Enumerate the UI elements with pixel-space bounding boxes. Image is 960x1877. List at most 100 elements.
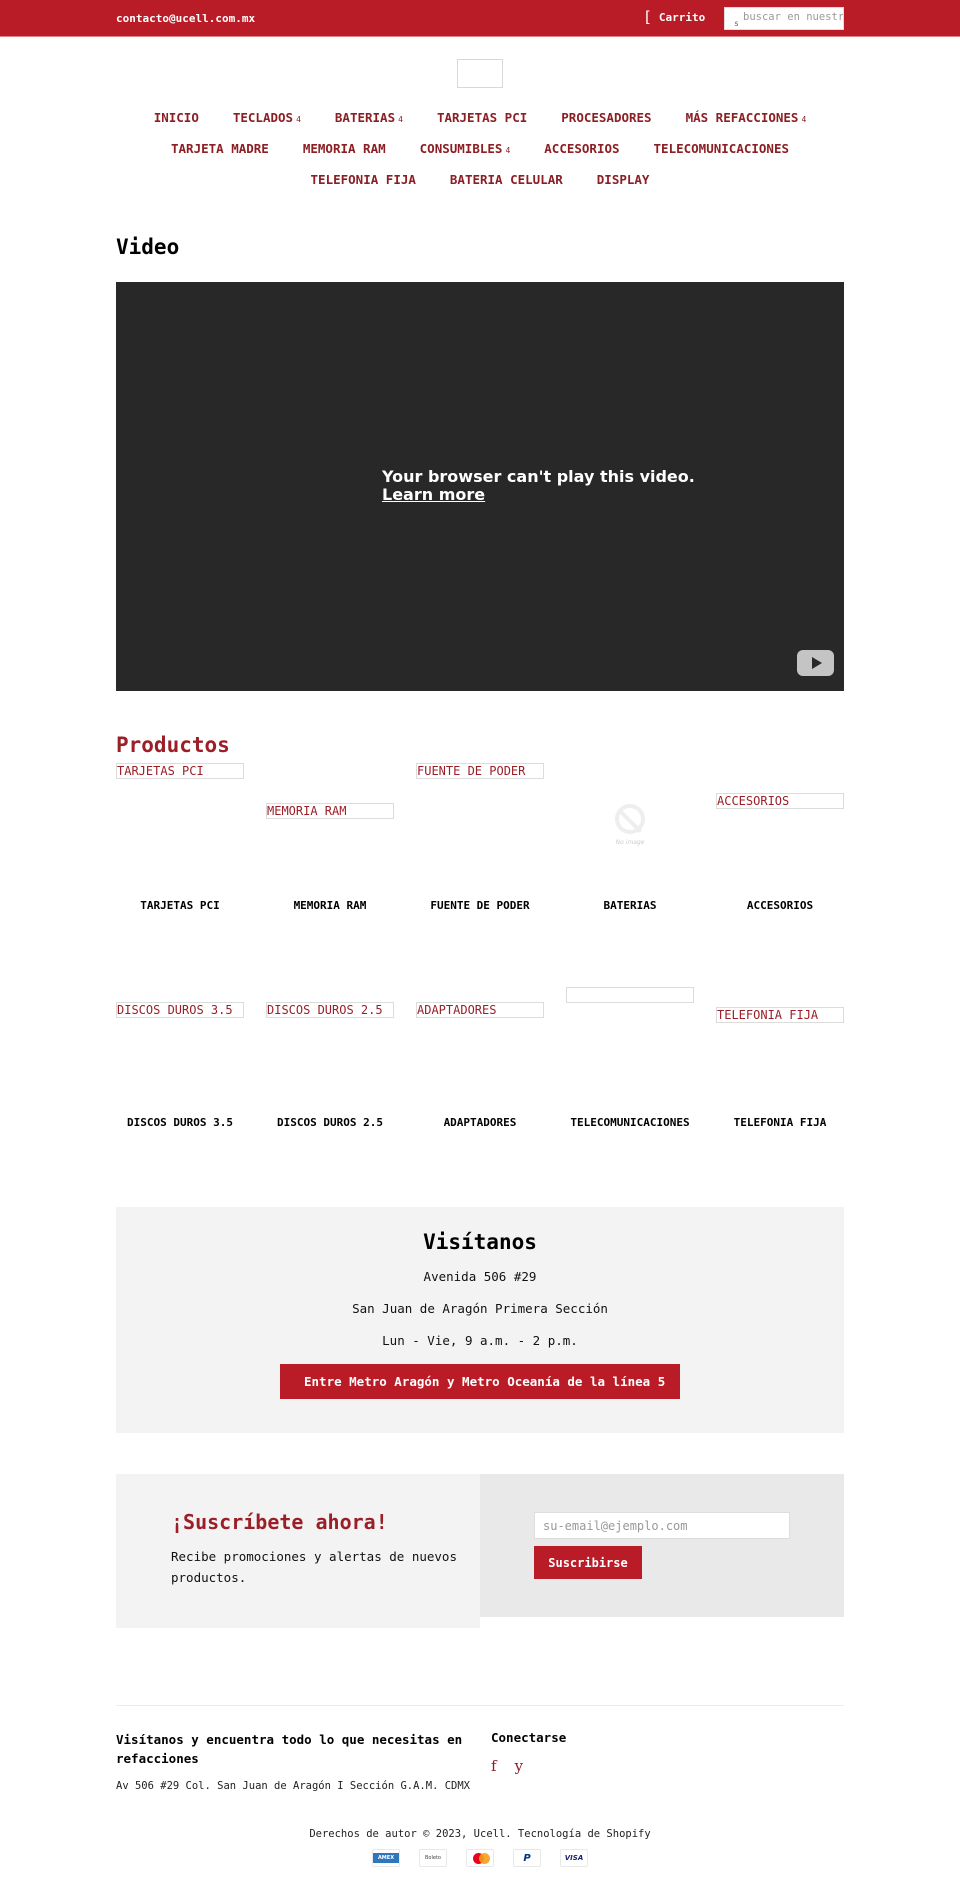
footer-address: Av 506 #29 Col. San Juan de Aragón I Sec… xyxy=(116,1780,471,1792)
video-player[interactable]: Your browser can't play this video. Lear… xyxy=(116,282,844,691)
nav-row: TELEFONIA FIJA BATERIA CELULAR DISPLAY xyxy=(0,164,960,195)
video-error-message: Your browser can't play this video. Lear… xyxy=(382,468,695,504)
top-bar: contacto@ucell.com.mx [ Carrito s xyxy=(0,0,960,37)
visit-neighborhood: San Juan de Aragón Primera Sección xyxy=(352,1301,608,1316)
nav-item-display[interactable]: DISPLAY xyxy=(580,172,667,187)
newsletter-section: ¡Suscríbete ahora! Recibe promociones y … xyxy=(116,1474,844,1628)
paypal-icon: P xyxy=(513,1849,541,1867)
facebook-icon[interactable]: f xyxy=(491,1757,497,1775)
footer-divider xyxy=(116,1705,844,1706)
collection-card-discos-duros-2-5[interactable]: DISCOS DUROS 2.5 DISCOS DUROS 2.5 xyxy=(266,986,394,1203)
nav-item-mas-refacciones[interactable]: MÁS REFACCIONES 4 xyxy=(669,110,824,125)
collection-card-telefonia-fija[interactable]: TELEFONIA FIJA TELEFONIA FIJA xyxy=(716,986,844,1203)
chevron-down-icon: 4 xyxy=(296,115,301,124)
collection-card-fuente-de-poder[interactable]: FUENTE DE PODER FUENTE DE PODER xyxy=(416,763,544,980)
visit-section: Visítanos Avenida 506 #29 San Juan de Ar… xyxy=(116,1207,844,1433)
collection-title: TELEFONIA FIJA xyxy=(733,1116,827,1129)
payment-icons: AMEX Boleto P VISA xyxy=(116,1849,844,1877)
collection-card-memoria-ram[interactable]: MEMORIA RAM MEMORIA RAM xyxy=(266,763,394,980)
nav-item-inicio[interactable]: INICIO xyxy=(137,110,216,125)
mastercard-icon xyxy=(466,1849,494,1867)
nav-row: INICIO TECLADOS 4 BATERIAS 4 TARJETAS PCI … xyxy=(0,102,960,133)
products-section-title: Productos xyxy=(116,733,230,757)
visa-icon: VISA xyxy=(560,1849,588,1867)
youtube-icon[interactable]: y xyxy=(515,1757,523,1775)
collection-card-baterias[interactable]: No image BATERIAS xyxy=(566,763,694,980)
footer-about-title: Visítanos y encuentra todo lo que necesi… xyxy=(116,1732,463,1766)
copyright-text: Derechos de autor © 2023, Ucell. Tecnolo… xyxy=(309,1828,651,1840)
collection-title: MEMORIA RAM xyxy=(293,899,367,912)
cart-icon: [ xyxy=(645,8,651,26)
footer-social-title: Conectarse xyxy=(491,1730,567,1745)
newsletter-intro: ¡Suscríbete ahora! Recibe promociones y … xyxy=(116,1474,480,1628)
contact-email-link[interactable]: contacto@ucell.com.mx xyxy=(116,12,255,25)
youtube-icon[interactable] xyxy=(797,650,834,676)
nav-item-baterias[interactable]: BATERIAS 4 xyxy=(318,110,420,125)
collection-image-broken: ACCESORIOS xyxy=(716,793,844,809)
collection-image-broken xyxy=(566,987,694,1003)
newsletter-email-input[interactable] xyxy=(534,1512,790,1539)
visit-address: Avenida 506 #29 xyxy=(423,1269,537,1284)
collection-card-adaptadores[interactable]: ADAPTADORES ADAPTADORES xyxy=(416,986,544,1203)
search-icon: s xyxy=(734,19,739,28)
social-links: f y xyxy=(491,1757,566,1775)
nav-item-telefonia-fija[interactable]: TELEFONIA FIJA xyxy=(294,172,433,187)
cart-link[interactable]: [ Carrito xyxy=(645,10,705,25)
nav-item-telecomunicaciones[interactable]: TELECOMUNICACIONES xyxy=(637,141,806,156)
nav-item-tarjeta-madre[interactable]: TARJETA MADRE xyxy=(154,141,286,156)
footer: Visítanos y encuentra todo lo que necesi… xyxy=(116,1730,844,1792)
newsletter-title: ¡Suscríbete ahora! xyxy=(171,1510,388,1534)
collection-image-broken: ADAPTADORES xyxy=(416,1002,544,1018)
collection-image-broken: TELEFONIA FIJA xyxy=(716,1007,844,1023)
collection-title: FUENTE DE PODER xyxy=(430,899,530,912)
nav-item-procesadores[interactable]: PROCESADORES xyxy=(544,110,668,125)
product-grid: DISCOS DUROS 3.5 DISCOS DUROS 3.5 DISCOS… xyxy=(116,986,844,1203)
search-input[interactable] xyxy=(743,11,843,23)
subscribe-button[interactable]: Suscribirse xyxy=(534,1546,642,1579)
collection-title: BATERIAS xyxy=(603,899,657,912)
newsletter-text: Recibe promociones y alertas de nuevos p… xyxy=(171,1549,457,1585)
collection-card-telecomunicaciones[interactable]: TELECOMUNICACIONES xyxy=(566,986,694,1203)
collection-title: TELECOMUNICACIONES xyxy=(570,1116,690,1129)
visit-title: Visítanos xyxy=(423,1230,537,1254)
search-box[interactable]: s xyxy=(724,7,844,30)
collection-image-broken: DISCOS DUROS 3.5 xyxy=(116,1002,244,1018)
collection-title: TARJETAS PCI xyxy=(140,899,220,912)
collection-image-broken: TARJETAS PCI xyxy=(116,763,244,779)
visit-hours: Lun - Vie, 9 a.m. - 2 p.m. xyxy=(382,1333,578,1348)
newsletter-form: Suscribirse xyxy=(480,1474,844,1617)
collection-title: DISCOS DUROS 2.5 xyxy=(277,1116,383,1129)
video-error-text: Your browser can't play this video. xyxy=(382,467,695,486)
main-nav: INICIO TECLADOS 4 BATERIAS 4 TARJETAS PCI … xyxy=(0,102,960,195)
nav-item-accesorios[interactable]: ACCESORIOS xyxy=(527,141,636,156)
nav-item-consumibles[interactable]: CONSUMIBLES 4 xyxy=(403,141,528,156)
amex-icon: AMEX xyxy=(372,1849,400,1867)
cart-label: Carrito xyxy=(658,11,706,24)
collection-title: ACCESORIOS xyxy=(746,899,814,912)
collection-title: ADAPTADORES xyxy=(443,1116,517,1129)
collection-image-broken: MEMORIA RAM xyxy=(266,803,394,819)
nav-row: TARJETA MADRE MEMORIA RAM CONSUMIBLES 4 A… xyxy=(0,133,960,164)
metro-directions-button[interactable]: Entre Metro Aragón y Metro Oceanía de la… xyxy=(280,1364,680,1399)
chevron-down-icon: 4 xyxy=(801,115,807,124)
collection-image-broken: DISCOS DUROS 2.5 xyxy=(266,1002,394,1018)
product-grid: TARJETAS PCI TARJETAS PCI MEMORIA RAM ME… xyxy=(116,763,844,980)
no-image-placeholder: No image xyxy=(612,804,648,846)
footer-about: Visítanos y encuentra todo lo que necesi… xyxy=(116,1730,491,1792)
collection-card-tarjetas-pci[interactable]: TARJETAS PCI TARJETAS PCI xyxy=(116,763,244,980)
video-section-title: Video xyxy=(116,235,180,259)
chevron-down-icon: 4 xyxy=(505,146,511,155)
store-logo[interactable] xyxy=(457,59,503,88)
boleto-icon: Boleto xyxy=(419,1849,447,1867)
learn-more-link[interactable]: Learn more xyxy=(382,486,695,504)
footer-social: Conectarse f y xyxy=(491,1730,566,1792)
nav-item-bateria-celular[interactable]: BATERIA CELULAR xyxy=(433,172,580,187)
collection-card-accesorios[interactable]: ACCESORIOS ACCESORIOS xyxy=(716,763,844,980)
nav-item-tarjetas-pci[interactable]: TARJETAS PCI xyxy=(420,110,544,125)
chevron-down-icon: 4 xyxy=(398,115,403,124)
nav-item-memoria-ram[interactable]: MEMORIA RAM xyxy=(286,141,403,156)
no-image-icon xyxy=(615,804,645,834)
nav-item-teclados[interactable]: TECLADOS 4 xyxy=(216,110,318,125)
collection-title: DISCOS DUROS 3.5 xyxy=(127,1116,233,1129)
collection-card-discos-duros-3-5[interactable]: DISCOS DUROS 3.5 DISCOS DUROS 3.5 xyxy=(116,986,244,1203)
